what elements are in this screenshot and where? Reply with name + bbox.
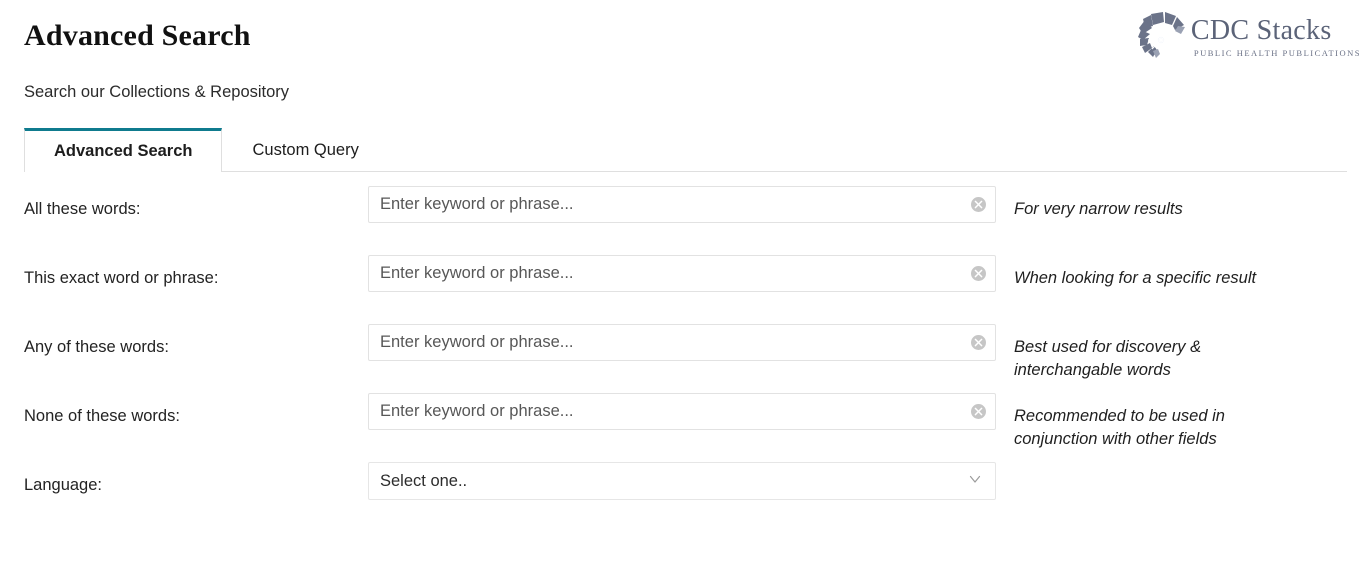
- field-hint: Recommended to be used in conjunction wi…: [1014, 407, 1225, 448]
- field-control: [368, 255, 996, 293]
- field-hint: [996, 462, 1296, 474]
- exact-phrase-input[interactable]: [368, 255, 996, 293]
- tab-label: Advanced Search: [54, 142, 193, 161]
- form-row-any-of-these-words: Any of these words: Best used for discov…: [0, 324, 1367, 393]
- logo-name: CDC Stacks: [1190, 15, 1332, 46]
- language-select[interactable]: Select one..: [368, 462, 996, 501]
- field-control: [368, 324, 996, 362]
- form-row-all-these-words: All these words: For very narrow results: [0, 186, 1367, 255]
- field-hint: For very narrow results: [1014, 200, 1183, 219]
- field-label: This exact word or phrase:: [24, 269, 219, 288]
- field-label: None of these words:: [24, 407, 180, 426]
- field-label: All these words:: [24, 200, 141, 219]
- all-these-words-input[interactable]: [368, 186, 996, 224]
- starburst-fan-icon: [1137, 10, 1189, 62]
- field-control: [368, 186, 996, 224]
- form-row-none-of-these-words: None of these words: Recommended to be u…: [0, 393, 1367, 462]
- field-control: Select one..: [368, 462, 996, 501]
- field-label: Language:: [24, 476, 102, 495]
- chevron-down-icon: [967, 471, 983, 492]
- tab-custom-query[interactable]: Custom Query: [222, 128, 388, 172]
- field-label: Any of these words:: [24, 338, 169, 357]
- any-of-these-words-input[interactable]: [368, 324, 996, 362]
- tab-strip: Advanced Search Custom Query: [0, 128, 1367, 174]
- form-row-exact-phrase: This exact word or phrase: When looking …: [0, 255, 1367, 324]
- cdc-stacks-logo[interactable]: CDC Stacks Public Health Publications: [1137, 10, 1361, 66]
- tab-list: Advanced Search Custom Query: [24, 128, 1367, 174]
- field-hint: Best used for discovery & interchangable…: [1014, 338, 1202, 379]
- form-row-language: Language: Select one..: [0, 462, 1367, 531]
- none-of-these-words-input[interactable]: [368, 393, 996, 431]
- logo-tagline: Public Health Publications: [1193, 48, 1361, 58]
- tab-advanced-search[interactable]: Advanced Search: [24, 128, 223, 174]
- advanced-search-form: All these words: For very narrow results…: [0, 172, 1367, 531]
- tab-label: Custom Query: [252, 141, 359, 160]
- field-hint: When looking for a specific result: [1014, 269, 1257, 288]
- page-header: Advanced Search Search our Collections &…: [0, 0, 1367, 103]
- field-control: [368, 393, 996, 431]
- language-select-value: Select one..: [380, 472, 468, 491]
